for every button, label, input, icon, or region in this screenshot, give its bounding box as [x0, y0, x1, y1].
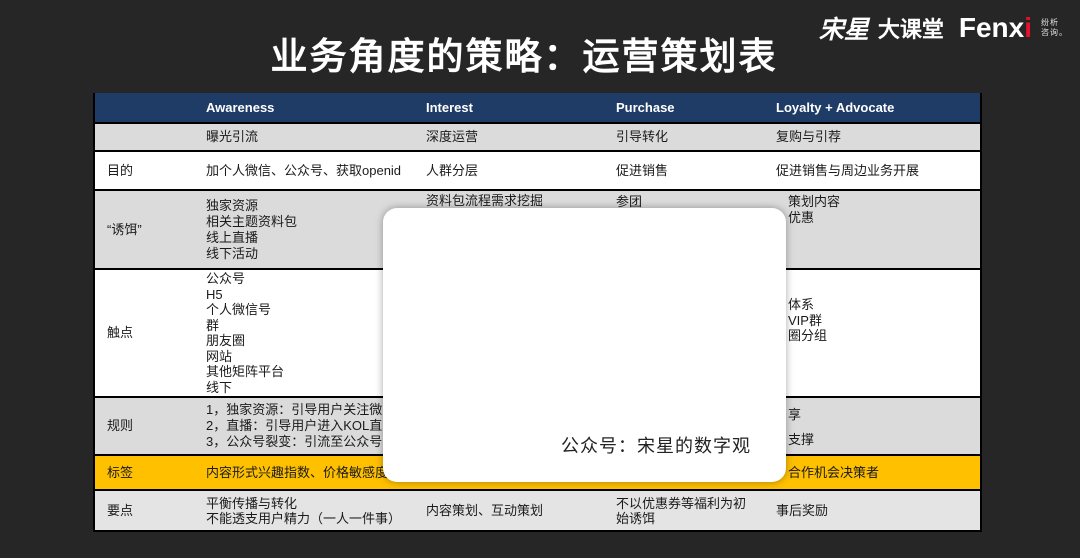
cell-text: 内容策划、互动策划	[426, 503, 610, 518]
cell-text: 促进销售	[616, 163, 770, 179]
stage-awareness: 曝光引流	[200, 124, 420, 150]
stage-loyalty: 复购与引荐	[770, 124, 980, 150]
cell-text: VIP群	[788, 313, 980, 329]
cell-text: 体系	[788, 297, 980, 313]
cell-text: 合作机会决策者	[788, 465, 980, 481]
header-cell-interest: Interest	[420, 93, 610, 122]
purpose-purchase: 促进销售	[610, 152, 770, 189]
daketang-logo: 大课堂	[878, 12, 944, 44]
tags-loyalty: 合作机会决策者	[770, 456, 980, 489]
cell-text: 资料包流程需求挖掘	[426, 193, 610, 209]
row-label: 目的	[95, 152, 200, 189]
cell-text: 加个人微信、公众号、获取openid	[206, 163, 420, 179]
stage-purchase: 引导转化	[610, 124, 770, 150]
row-label: 标签	[95, 456, 200, 489]
cell-text: 人群分层	[426, 163, 610, 179]
table-header-row: Awareness Interest Purchase Loyalty + Ad…	[95, 93, 980, 122]
fenxi-subtext-line1: 纷析	[1041, 18, 1068, 28]
row-label: 要点	[95, 491, 200, 530]
table-row-purpose: 目的 加个人微信、公众号、获取openid 人群分层 促进销售 促进销售与周边业…	[95, 152, 980, 189]
row-label	[95, 124, 200, 150]
header-cell-purchase: Purchase	[610, 93, 770, 122]
fenxi-subtext: 纷析 咨询。	[1041, 18, 1068, 38]
header-cell-loyalty: Loyalty + Advocate	[770, 93, 980, 122]
points-awareness: 平衡传播与转化 不能透支用户精力（一人一件事）	[200, 491, 420, 530]
rules-loyalty: 享 支撑	[770, 398, 980, 454]
table-row-stage: 曝光引流 深度运营 引导转化 复购与引荐	[95, 124, 980, 150]
cell-text: 促进销售与周边业务开展	[776, 163, 980, 179]
wechat-account-label: 公众号：宋星的数字观	[561, 432, 751, 458]
points-loyalty: 事后奖励	[770, 491, 980, 530]
cell-text: 不以优惠券等福利为初始诱饵	[616, 496, 756, 526]
cell-text: 不能透支用户精力（一人一件事）	[206, 511, 420, 526]
cell-text: 复购与引荐	[776, 129, 980, 145]
cell-text: 支撑	[788, 427, 980, 452]
fenxi-logo-text: Fenx	[959, 12, 1024, 43]
points-purchase: 不以优惠券等福利为初始诱饵	[610, 491, 770, 530]
purpose-interest: 人群分层	[420, 152, 610, 189]
fenxi-red-i: i	[1024, 12, 1032, 43]
row-label: “诱饵”	[95, 191, 200, 268]
table-row-points: 要点 平衡传播与转化 不能透支用户精力（一人一件事） 内容策划、互动策划 不以优…	[95, 491, 980, 530]
cell-text: 享	[788, 402, 980, 427]
touchpoints-loyalty: 体系 VIP群 圈分组	[770, 270, 980, 396]
cell-text: 策划内容	[788, 194, 980, 210]
purpose-awareness: 加个人微信、公众号、获取openid	[200, 152, 420, 189]
row-label: 规则	[95, 398, 200, 454]
bait-loyalty: 策划内容 优惠	[770, 191, 980, 268]
fenxi-subtext-line2: 咨询。	[1041, 28, 1068, 38]
cell-text: 平衡传播与转化	[206, 496, 420, 511]
overlay-card: 公众号：宋星的数字观	[383, 208, 786, 482]
brand-logos: 宋星 大课堂 Fenxi 纷析 咨询。	[819, 10, 1068, 46]
cell-text: 事后奖励	[776, 503, 980, 518]
fenxi-logo: Fenxi	[959, 12, 1032, 44]
row-label: 触点	[95, 270, 200, 396]
cell-text: 圈分组	[788, 328, 980, 344]
header-cell-awareness: Awareness	[200, 93, 420, 122]
stage-interest: 深度运营	[420, 124, 610, 150]
purpose-loyalty: 促进销售与周边业务开展	[770, 152, 980, 189]
cell-text: 优惠	[788, 210, 980, 226]
points-interest: 内容策划、互动策划	[420, 491, 610, 530]
cell-text: 深度运营	[426, 129, 610, 145]
header-cell-empty	[95, 93, 200, 122]
cell-text: 引导转化	[616, 129, 770, 145]
songxing-logo: 宋星	[819, 10, 869, 46]
cell-text: 曝光引流	[206, 129, 420, 145]
